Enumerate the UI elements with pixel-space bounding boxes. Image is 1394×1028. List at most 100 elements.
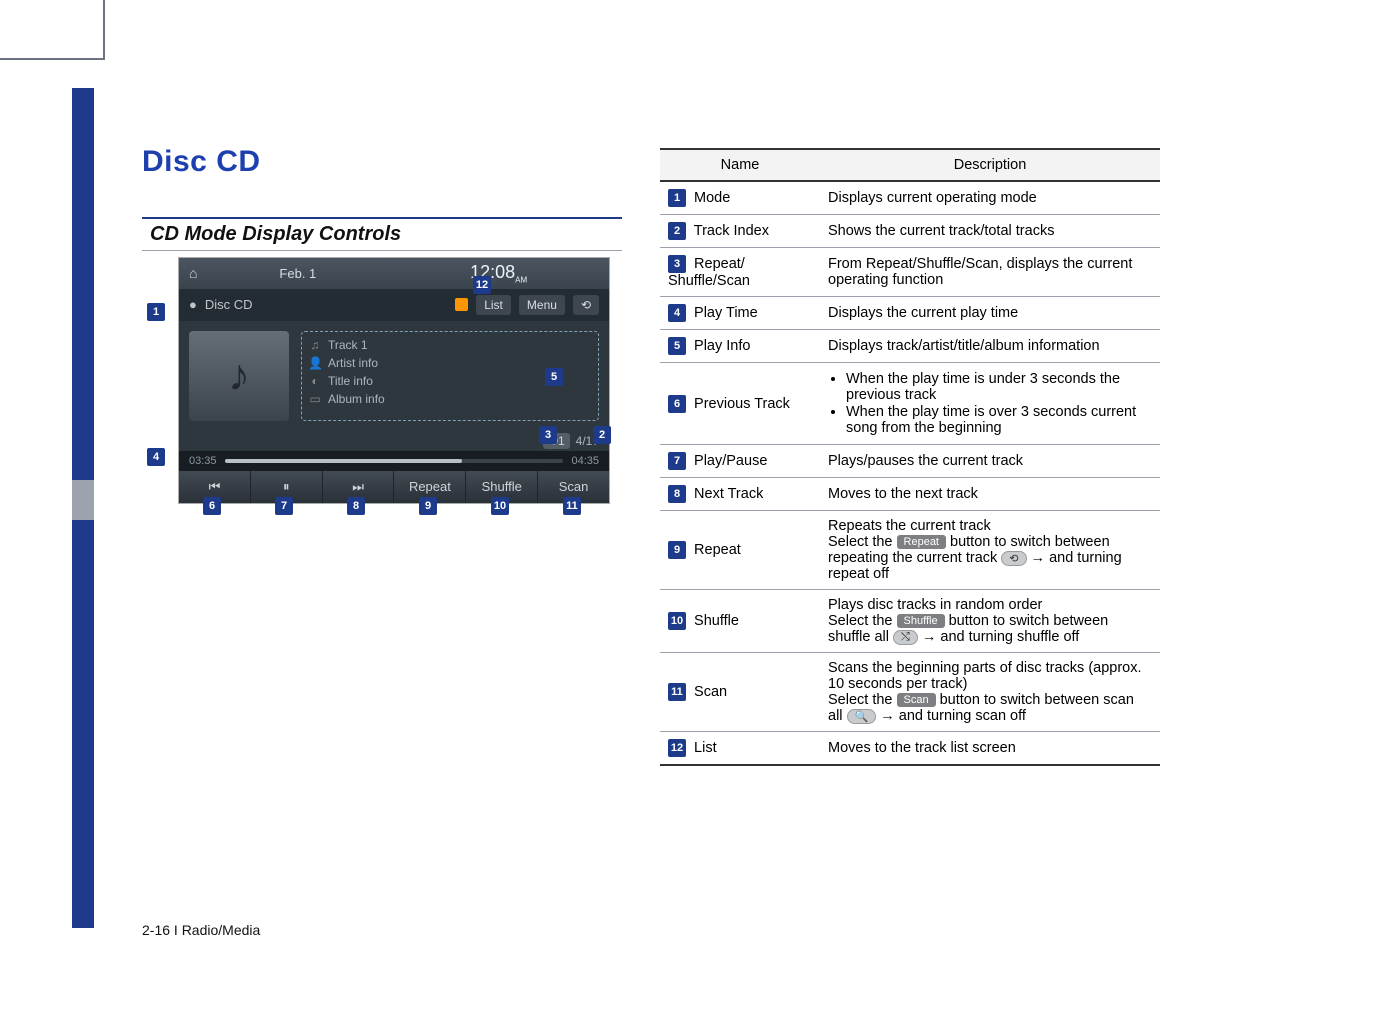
cell-desc: Scans the beginning parts of disc tracks… bbox=[820, 653, 1160, 732]
th-desc: Description bbox=[820, 149, 1160, 181]
row-number-badge: 11 bbox=[668, 683, 686, 701]
cell-desc: Plays/pauses the current track bbox=[820, 445, 1160, 478]
bullet-item: When the play time is under 3 seconds th… bbox=[846, 371, 1152, 403]
album-icon: ▭ bbox=[308, 392, 322, 406]
cell-name: 2 Track Index bbox=[660, 215, 820, 248]
right-column: Name Description 1 ModeDisplays current … bbox=[660, 148, 1160, 766]
callout-2: 2 bbox=[593, 426, 611, 444]
table-row: 4 Play TimeDisplays the current play tim… bbox=[660, 297, 1160, 330]
row-name-text: Shuffle bbox=[690, 613, 739, 629]
callout-5: 5 bbox=[545, 368, 563, 386]
progress-bar-row: 03:35 04:35 bbox=[179, 451, 609, 471]
table-row: 3 Repeat/ Shuffle/ScanFrom Repeat/Shuffl… bbox=[660, 248, 1160, 297]
callout-11: 11 bbox=[563, 497, 581, 515]
row-name-text: Next Track bbox=[690, 486, 763, 502]
table-row: 5 Play InfoDisplays track/artist/title/a… bbox=[660, 330, 1160, 363]
back-button[interactable] bbox=[573, 295, 599, 315]
cell-desc: Plays disc tracks in random orderSelect … bbox=[820, 590, 1160, 653]
callout-6: 6 bbox=[203, 497, 221, 515]
table-row: 11 ScanScans the beginning parts of disc… bbox=[660, 653, 1160, 732]
mode-label: Disc CD bbox=[205, 297, 253, 312]
artist-icon: 👤 bbox=[308, 356, 322, 370]
callout-7: 7 bbox=[275, 497, 293, 515]
cell-desc: Displays the current play time bbox=[820, 297, 1160, 330]
title-icon: ◐ bbox=[308, 374, 322, 388]
row-name-text: Scan bbox=[690, 684, 727, 700]
row-number-badge: 4 bbox=[668, 304, 686, 322]
table-row: 6 Previous Track When the play time is un… bbox=[660, 363, 1160, 445]
home-icon: ⌂ bbox=[189, 265, 197, 281]
row-number-badge: 8 bbox=[668, 485, 686, 503]
elapsed-time: 03:35 bbox=[189, 455, 217, 467]
inline-icon-badge: 🔍 bbox=[847, 709, 877, 724]
callout-8: 8 bbox=[347, 497, 365, 515]
cell-desc: Moves to the next track bbox=[820, 478, 1160, 511]
desc-line: Repeats the current track bbox=[828, 518, 1152, 534]
row-name-text: Previous Track bbox=[690, 395, 790, 411]
callout-3: 3 bbox=[539, 426, 557, 444]
row-name-text: Mode bbox=[690, 190, 730, 206]
row-number-badge: 9 bbox=[668, 541, 686, 559]
info-track: Track 1 bbox=[328, 338, 368, 352]
crop-mark-vertical bbox=[103, 0, 105, 60]
callout-9: 9 bbox=[419, 497, 437, 515]
inline-icon-badge: ⤭ bbox=[893, 630, 918, 645]
progress-bar[interactable] bbox=[225, 459, 564, 463]
inline-icon-badge: ⟲ bbox=[1001, 551, 1026, 566]
cell-name: 5 Play Info bbox=[660, 330, 820, 363]
cell-name: 10 Shuffle bbox=[660, 590, 820, 653]
total-time: 04:35 bbox=[571, 455, 599, 467]
row-name-text: Repeat bbox=[690, 542, 741, 558]
row-number-badge: 1 bbox=[668, 189, 686, 207]
row-name-text: Track Index bbox=[690, 223, 769, 239]
row-number-badge: 6 bbox=[668, 395, 686, 413]
inline-button-badge: Scan bbox=[897, 693, 936, 707]
time-ampm: AM bbox=[515, 276, 527, 285]
row-name-text: List bbox=[690, 740, 717, 756]
page-title: Disc CD bbox=[142, 145, 622, 179]
cell-name: 3 Repeat/ Shuffle/Scan bbox=[660, 248, 820, 297]
status-bar: ⌂ Feb. 1 12:08AM bbox=[179, 258, 609, 289]
table-row: 2 Track IndexShows the current track/tot… bbox=[660, 215, 1160, 248]
menu-button[interactable]: Menu bbox=[519, 295, 565, 315]
cell-desc: Repeats the current trackSelect the Repe… bbox=[820, 511, 1160, 590]
cell-name: 1 Mode bbox=[660, 181, 820, 215]
row-number-badge: 10 bbox=[668, 612, 686, 630]
table-row: 7 Play/PausePlays/pauses the current tra… bbox=[660, 445, 1160, 478]
cell-name: 11 Scan bbox=[660, 653, 820, 732]
table-row: 10 ShufflePlays disc tracks in random or… bbox=[660, 590, 1160, 653]
inline-button-badge: Shuffle bbox=[897, 614, 945, 628]
mode-bar: ● Disc CD List Menu bbox=[179, 289, 609, 321]
th-name: Name bbox=[660, 149, 820, 181]
desc-line: Select the Shuffle button to switch betw… bbox=[828, 613, 1152, 645]
cell-desc: Displays current operating mode bbox=[820, 181, 1160, 215]
cell-name: 7 Play/Pause bbox=[660, 445, 820, 478]
cell-desc: Moves to the track list screen bbox=[820, 732, 1160, 766]
crop-mark-horizontal bbox=[0, 58, 103, 60]
cell-desc: When the play time is under 3 seconds th… bbox=[820, 363, 1160, 445]
info-title: Title info bbox=[328, 374, 373, 388]
desc-line: Plays disc tracks in random order bbox=[828, 597, 1152, 613]
left-column: Disc CD CD Mode Display Controls ⌂ Feb. … bbox=[142, 145, 622, 504]
cell-name: 4 Play Time bbox=[660, 297, 820, 330]
table-row: 8 Next Track Moves to the next track bbox=[660, 478, 1160, 511]
status-date: Feb. 1 bbox=[197, 266, 398, 281]
table-row: 1 ModeDisplays current operating mode bbox=[660, 181, 1160, 215]
status-time: 12:08AM bbox=[398, 262, 599, 285]
callout-10: 10 bbox=[491, 497, 509, 515]
cell-desc: From Repeat/Shuffle/Scan, displays the c… bbox=[820, 248, 1160, 297]
cell-desc: Shows the current track/total tracks bbox=[820, 215, 1160, 248]
screenshot: ⌂ Feb. 1 12:08AM ● Disc CD List Menu ♪ ♫… bbox=[178, 257, 610, 504]
cell-name: 6 Previous Track bbox=[660, 363, 820, 445]
cell-name: 9 Repeat bbox=[660, 511, 820, 590]
page-footer: 2-16 I Radio/Media bbox=[142, 922, 260, 938]
desc-line: Select the Repeat button to switch betwe… bbox=[828, 534, 1152, 582]
table-row: 12 ListMoves to the track list screen bbox=[660, 732, 1160, 766]
row-name-text: Play/Pause bbox=[690, 453, 767, 469]
subtitle-bar: CD Mode Display Controls bbox=[142, 217, 622, 251]
callout-1: 1 bbox=[147, 303, 165, 321]
list-button[interactable]: List bbox=[476, 295, 511, 315]
description-table: Name Description 1 ModeDisplays current … bbox=[660, 148, 1160, 766]
row-number-badge: 7 bbox=[668, 452, 686, 470]
bullet-list: When the play time is under 3 seconds th… bbox=[828, 371, 1152, 436]
